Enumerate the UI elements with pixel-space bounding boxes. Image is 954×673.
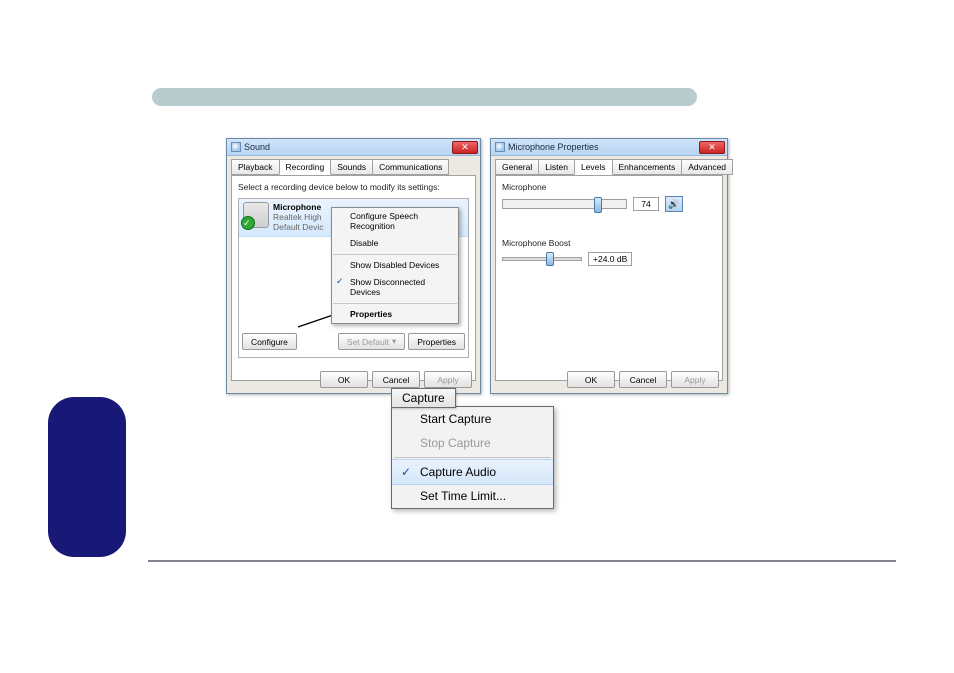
ok-button[interactable]: OK (320, 371, 368, 388)
apply-button[interactable]: Apply (424, 371, 472, 388)
speaker-icon: 🔊 (668, 199, 679, 210)
ctx-show-disconnected[interactable]: Show Disconnected Devices (332, 274, 458, 301)
ctx-sep-2 (333, 303, 457, 304)
slider-thumb[interactable] (594, 197, 602, 213)
slider-thumb[interactable] (546, 252, 554, 266)
sound-dialog: Sound ✕ Playback Recording Sounds Commun… (226, 138, 481, 394)
mute-button[interactable]: 🔊 (665, 196, 683, 212)
cancel-button[interactable]: Cancel (619, 371, 667, 388)
ctx-sep-1 (333, 254, 457, 255)
tab-sounds[interactable]: Sounds (330, 159, 373, 175)
set-default-button[interactable]: Set Default ▾ (338, 333, 405, 350)
cancel-button[interactable]: Cancel (372, 371, 420, 388)
microphone-icon (243, 202, 269, 228)
mic-properties-dialog: Microphone Properties ✕ General Listen L… (490, 138, 728, 394)
mic-title: Microphone Properties (508, 142, 699, 152)
capture-set-time-limit[interactable]: Set Time Limit... (392, 484, 553, 508)
mic-level-value: 74 (633, 197, 659, 211)
capture-sep (394, 457, 551, 458)
mic-level-slider[interactable] (502, 199, 627, 209)
sound-titlebar: Sound ✕ (227, 139, 480, 156)
device-line2: Realtek High (273, 212, 324, 222)
capture-menu-title[interactable]: Capture (391, 388, 456, 408)
mic-boost-slider[interactable] (502, 257, 582, 261)
sound-instruction: Select a recording device below to modif… (238, 182, 469, 192)
mic-titlebar: Microphone Properties ✕ (491, 139, 727, 156)
mic-tabs: General Listen Levels Enhancements Advan… (491, 156, 727, 175)
sound-icon (231, 142, 241, 152)
tab-advanced[interactable]: Advanced (681, 159, 733, 175)
chevron-down-icon: ▾ (392, 336, 396, 347)
close-icon[interactable]: ✕ (699, 141, 725, 154)
tab-levels[interactable]: Levels (574, 159, 613, 175)
device-name: Microphone (273, 202, 324, 212)
configure-button[interactable]: Configure (242, 333, 297, 350)
properties-button[interactable]: Properties (408, 333, 465, 350)
tab-enhancements[interactable]: Enhancements (612, 159, 683, 175)
mic-level-label: Microphone (502, 182, 716, 192)
device-text: Microphone Realtek High Default Devic (273, 202, 324, 233)
ok-button[interactable]: OK (567, 371, 615, 388)
mic-tab-body: Microphone 74 🔊 Microphone Boost +24.0 d… (495, 175, 723, 381)
tab-listen[interactable]: Listen (538, 159, 575, 175)
tab-communications[interactable]: Communications (372, 159, 449, 175)
footer-divider (148, 560, 896, 562)
ctx-properties[interactable]: Properties (332, 306, 458, 323)
close-icon[interactable]: ✕ (452, 141, 478, 154)
header-bar (152, 88, 697, 106)
sound-title: Sound (244, 142, 452, 152)
capture-audio[interactable]: Capture Audio (392, 459, 553, 485)
apply-button[interactable]: Apply (671, 371, 719, 388)
mic-boost-value: +24.0 dB (588, 252, 632, 266)
ctx-configure-speech[interactable]: Configure Speech Recognition (332, 208, 458, 235)
device-line3: Default Devic (273, 222, 324, 232)
capture-stop: Stop Capture (392, 431, 553, 455)
sound-tabs: Playback Recording Sounds Communications (227, 156, 480, 175)
ctx-disable[interactable]: Disable (332, 235, 458, 252)
sound-tab-body: Select a recording device below to modif… (231, 175, 476, 381)
set-default-label: Set Default (347, 337, 389, 347)
device-context-menu: Configure Speech Recognition Disable Sho… (331, 207, 459, 324)
tab-playback[interactable]: Playback (231, 159, 280, 175)
mic-boost-label: Microphone Boost (502, 238, 716, 248)
ctx-show-disabled[interactable]: Show Disabled Devices (332, 257, 458, 274)
capture-start[interactable]: Start Capture (392, 407, 553, 431)
decorative-pill (48, 397, 126, 557)
capture-menu: Capture Start Capture Stop Capture Captu… (391, 406, 554, 509)
tab-recording[interactable]: Recording (279, 159, 332, 175)
tab-general[interactable]: General (495, 159, 539, 175)
mic-title-icon (495, 142, 505, 152)
